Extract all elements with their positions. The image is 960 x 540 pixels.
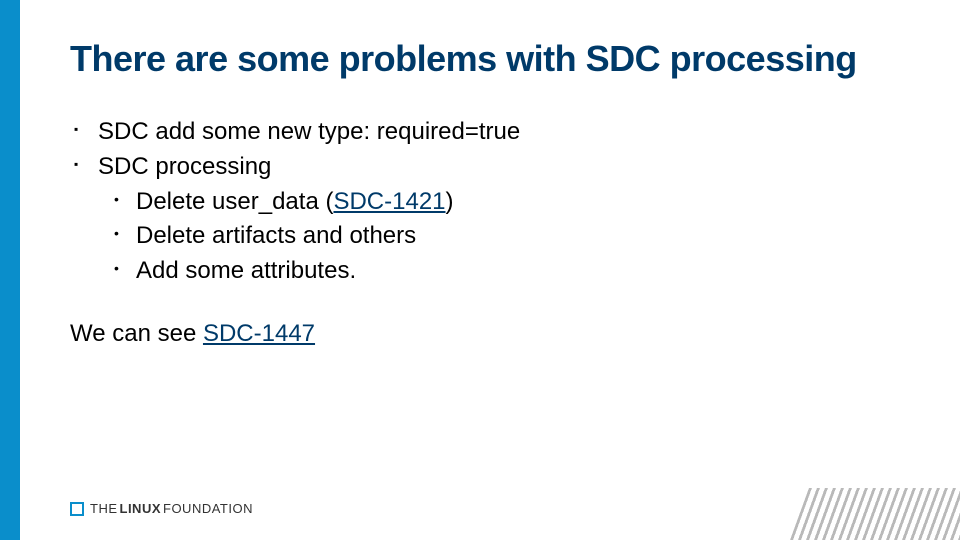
logo-text-linux: LINUX bbox=[120, 501, 162, 516]
list-item-text: SDC add some new type: required=true bbox=[98, 118, 520, 145]
logo-text-the: THE bbox=[90, 501, 118, 516]
slide-title: There are some problems with SDC process… bbox=[70, 38, 920, 79]
slide: There are some problems with SDC process… bbox=[0, 0, 960, 540]
corner-decoration bbox=[790, 488, 960, 540]
list-item-text: Delete artifacts and others bbox=[136, 222, 416, 249]
list-item: SDC add some new type: required=true bbox=[70, 115, 900, 150]
sub-list: Delete user_data (SDC-1421) Delete artif… bbox=[98, 185, 900, 289]
list-item: Delete artifacts and others bbox=[108, 219, 900, 254]
footer-logo: THE LINUX FOUNDATION bbox=[70, 501, 253, 516]
bullet-list: SDC add some new type: required=true SDC… bbox=[70, 115, 900, 289]
slide-content: SDC add some new type: required=true SDC… bbox=[70, 115, 900, 352]
list-item: SDC processing Delete user_data (SDC-142… bbox=[70, 150, 900, 289]
list-item: Add some attributes. bbox=[108, 254, 900, 289]
logo-square-icon bbox=[70, 502, 84, 516]
list-item-text: SDC processing bbox=[98, 153, 271, 180]
accent-bar bbox=[0, 0, 20, 540]
logo-text-foundation: FOUNDATION bbox=[163, 501, 253, 516]
closing-line: We can see SDC-1447 bbox=[70, 317, 900, 352]
issue-link[interactable]: SDC-1421 bbox=[333, 188, 445, 215]
list-item-text: Add some attributes. bbox=[136, 257, 356, 284]
issue-link[interactable]: SDC-1447 bbox=[203, 320, 315, 347]
list-item-prefix: Delete user_data ( bbox=[136, 188, 333, 215]
list-item-suffix: ) bbox=[446, 188, 454, 215]
closing-prefix: We can see bbox=[70, 320, 203, 347]
list-item: Delete user_data (SDC-1421) bbox=[108, 185, 900, 220]
